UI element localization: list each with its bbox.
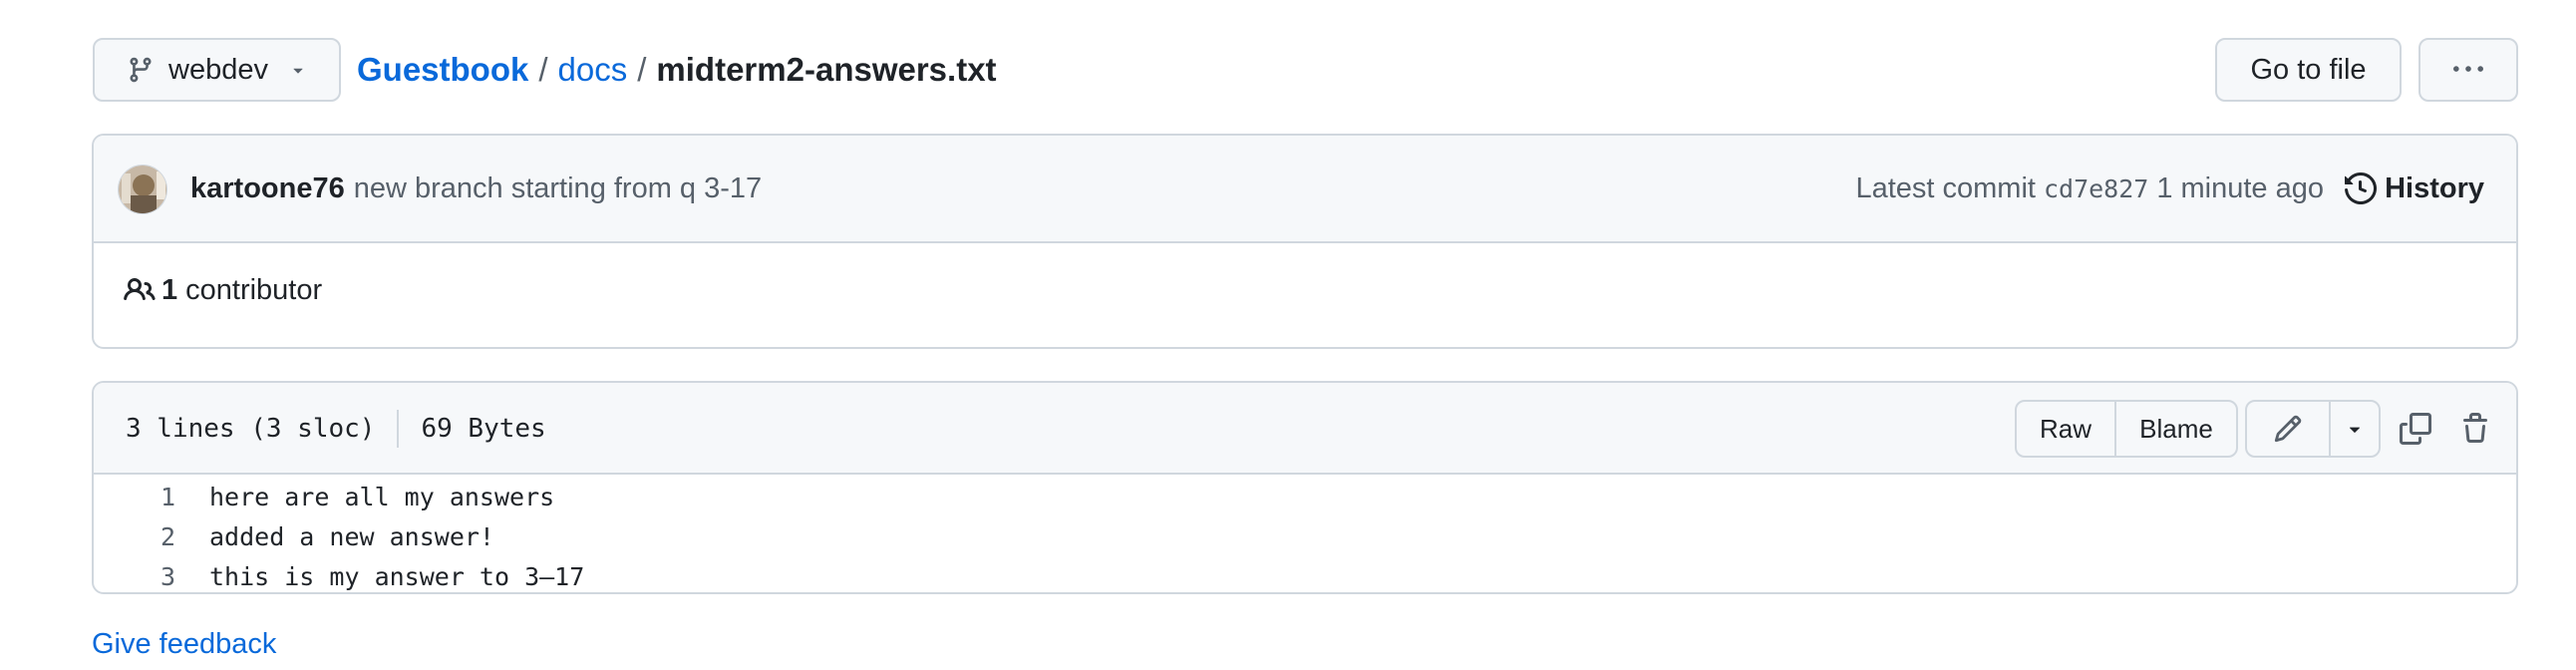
people-icon — [124, 274, 156, 306]
commit-time: 1 minute ago — [2156, 171, 2324, 204]
branch-selector-button[interactable]: webdev — [93, 38, 341, 102]
history-button[interactable]: History — [2345, 166, 2484, 211]
file-header: 3 lines (3 sloc) 69 Bytes Raw Blame — [94, 383, 2516, 475]
code-line: 2 added a new answer! — [94, 516, 2516, 556]
breadcrumb-separator: / — [538, 51, 548, 88]
edit-options-dropdown[interactable] — [2331, 402, 2379, 456]
pencil-icon — [2273, 414, 2303, 444]
history-label: History — [2385, 171, 2484, 204]
triangle-down-icon — [288, 60, 308, 80]
code-view: 1 here are all my answers 2 added a new … — [94, 477, 2516, 592]
contributors-row[interactable]: 1 contributor — [124, 267, 322, 313]
go-to-file-button[interactable]: Go to file — [2215, 38, 2402, 102]
code-line: 3 this is my answer to 3–17 — [94, 556, 2516, 592]
git-branch-icon — [127, 56, 155, 84]
commit-author-link[interactable]: kartoone76 — [190, 172, 345, 205]
breadcrumb-file-name: midterm2-answers.txt — [656, 51, 997, 88]
breadcrumb-repo-link[interactable]: Guestbook — [357, 51, 528, 89]
give-feedback-link[interactable]: Give feedback — [92, 628, 276, 661]
history-icon — [2345, 172, 2378, 204]
breadcrumb-separator: / — [637, 51, 647, 88]
more-options-button[interactable] — [2418, 38, 2518, 102]
contributor-label: contributor — [185, 273, 323, 306]
code-line-text: added a new answer! — [209, 521, 494, 551]
commit-box: kartoone76 new branch starting from q 3-… — [92, 134, 2518, 349]
file-info-divider — [397, 410, 400, 448]
line-number[interactable]: 2 — [94, 522, 175, 551]
raw-button[interactable]: Raw — [2017, 402, 2116, 456]
trash-icon — [2459, 413, 2491, 445]
raw-blame-group: Raw Blame — [2015, 400, 2238, 458]
edit-button[interactable] — [2247, 402, 2331, 456]
latest-commit-label: Latest commit — [1855, 171, 2036, 204]
breadcrumb: Guestbook / docs / midterm2-answers.txt — [357, 48, 997, 92]
line-number[interactable]: 3 — [94, 562, 175, 591]
code-line-text: this is my answer to 3–17 — [209, 561, 585, 591]
commit-sha-link[interactable]: cd7e827 — [2044, 174, 2148, 203]
commit-message-link[interactable]: new branch starting from q 3-17 — [354, 172, 762, 205]
branch-name: webdev — [168, 53, 268, 86]
contributor-count: 1 — [161, 273, 178, 306]
edit-group — [2245, 400, 2381, 458]
avatar[interactable] — [118, 165, 167, 214]
line-number[interactable]: 1 — [94, 483, 175, 511]
file-line-count: 3 lines (3 sloc) — [126, 414, 376, 444]
code-line: 1 here are all my answers — [94, 477, 2516, 516]
triangle-down-icon — [2344, 418, 2366, 440]
breadcrumb-folder-link[interactable]: docs — [558, 51, 628, 89]
blame-button[interactable]: Blame — [2116, 402, 2236, 456]
copy-icon — [2400, 413, 2431, 445]
file-box: 3 lines (3 sloc) 69 Bytes Raw Blame 1 he… — [92, 381, 2518, 594]
latest-commit-bar: kartoone76 new branch starting from q 3-… — [94, 136, 2516, 243]
file-size: 69 Bytes — [421, 414, 546, 444]
delete-file-button[interactable] — [2452, 406, 2498, 452]
code-line-text: here are all my answers — [209, 482, 555, 511]
copy-raw-button[interactable] — [2393, 406, 2438, 452]
kebab-horizontal-icon — [2453, 55, 2483, 85]
